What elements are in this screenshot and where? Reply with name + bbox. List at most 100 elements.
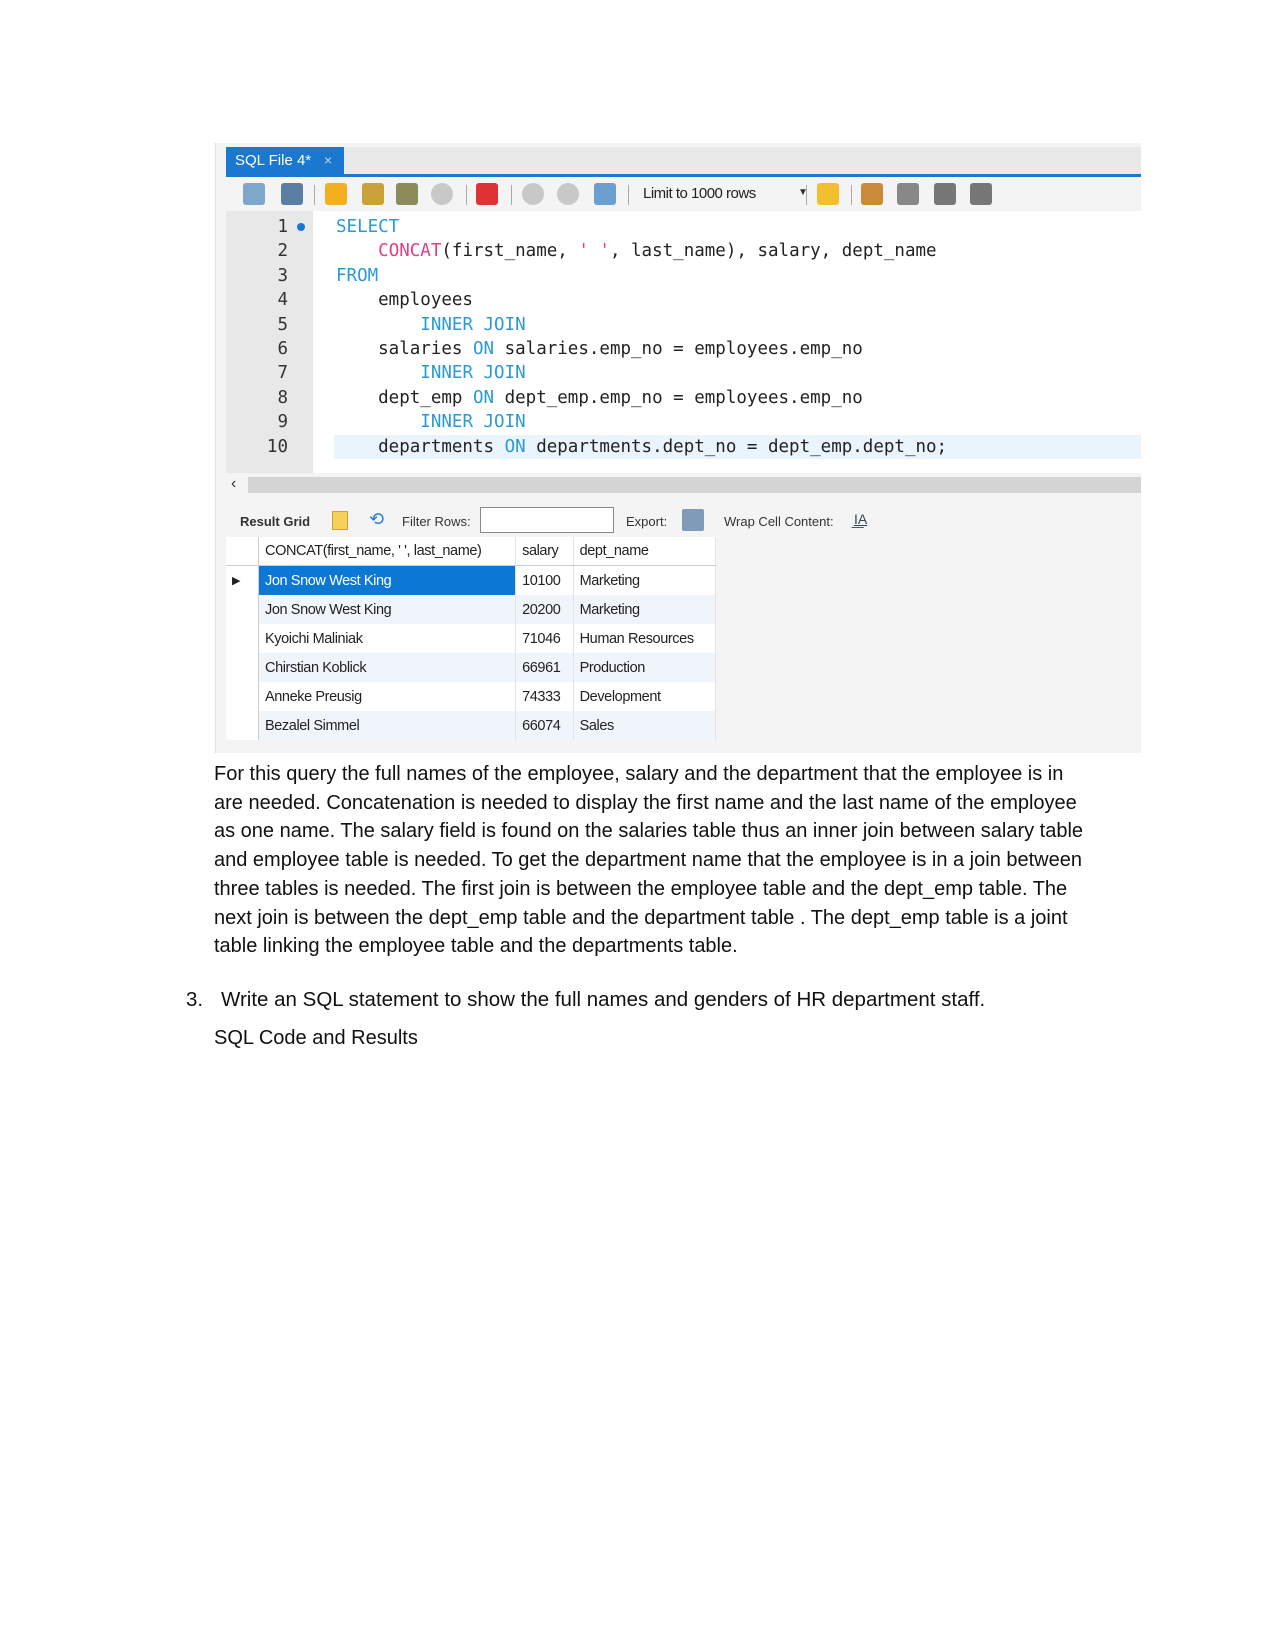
current-row-arrow-icon: ▶ [226, 565, 259, 595]
table-row[interactable]: Kyoichi Maliniak 71046 Human Resources [226, 624, 717, 653]
row-indicator [226, 653, 259, 682]
stop-icon[interactable] [431, 183, 453, 205]
table-cell[interactable]: 20200 [515, 595, 574, 624]
grid-view-icon[interactable] [332, 511, 348, 530]
sql-token: employees [336, 290, 473, 311]
column-header[interactable]: salary [515, 537, 574, 566]
column-header[interactable]: dept_name [573, 537, 717, 566]
table-row[interactable]: ▶ Jon Snow West King 10100 Marketing [226, 565, 717, 595]
sql-token: dept_emp.emp_no = employees.emp_no [494, 387, 863, 408]
execute-current-icon[interactable] [362, 183, 384, 205]
table-cell[interactable]: Development [573, 682, 717, 711]
code-line[interactable]: dept_emp ON dept_emp.emp_no = employees.… [226, 386, 1141, 410]
column-header[interactable]: CONCAT(first_name, ' ', last_name) [258, 537, 517, 566]
row-indicator [226, 624, 259, 653]
filter-rows-label: Filter Rows: [402, 514, 471, 529]
toolbar-separator [806, 185, 807, 205]
table-cell[interactable]: Sales [573, 711, 717, 740]
table-row[interactable]: Bezalel Simmel 66074 Sales [226, 711, 717, 740]
table-cell[interactable]: 66961 [515, 653, 574, 682]
sql-kw-token: SELECT [336, 217, 400, 237]
question-number: 3. [186, 988, 204, 1011]
bookmark-star-icon[interactable] [817, 183, 839, 205]
limit-rows-select[interactable]: Limit to 1000 rows [643, 185, 756, 202]
table-row[interactable]: Jon Snow West King 20200 Marketing [226, 595, 717, 624]
code-line[interactable]: departments ON departments.dept_no = dep… [334, 434, 1141, 459]
result-grid-label[interactable]: Result Grid [240, 514, 310, 529]
code-text: CONCAT(first_name, ' ', last_name), sala… [336, 239, 936, 263]
open-folder-icon[interactable] [243, 183, 265, 205]
code-line[interactable]: salaries ON salaries.emp_no = employees.… [226, 337, 1141, 361]
table-cell[interactable]: Human Resources [573, 624, 717, 653]
beautify-icon[interactable] [861, 183, 883, 205]
table-cell[interactable]: Production [573, 653, 717, 682]
table-cell[interactable]: Jon Snow West King [258, 565, 517, 595]
table-cell[interactable]: Bezalel Simmel [258, 711, 517, 740]
table-cell[interactable]: 10100 [515, 565, 574, 595]
rollback-icon[interactable] [557, 183, 579, 205]
export-label: Export: [626, 514, 668, 529]
table-cell[interactable]: 66074 [515, 711, 574, 740]
line-number: 10 [266, 436, 288, 457]
explanation-paragraph: For this query the full names of the emp… [214, 763, 1084, 958]
explain-icon[interactable] [396, 183, 418, 205]
scroll-left-icon[interactable]: ‹ [231, 475, 236, 493]
sql-token: salaries [336, 339, 473, 359]
toolbar-separator [511, 185, 512, 205]
table-row[interactable]: Chirstian Koblick 66961 Production [226, 653, 717, 682]
table-cell[interactable]: Anneke Preusig [258, 682, 517, 711]
invisible-chars-icon[interactable] [934, 183, 956, 205]
result-toolbar: Result Grid ⟲ Filter Rows: Export: Wrap … [226, 505, 1141, 537]
table-cell[interactable]: Marketing [573, 595, 717, 624]
toggle-error-icon[interactable] [476, 183, 498, 205]
filter-rows-input[interactable] [480, 507, 614, 533]
row-indicator [226, 595, 259, 624]
execute-icon[interactable] [325, 183, 347, 205]
close-icon[interactable]: × [324, 147, 332, 174]
sql-token: (first_name, [441, 241, 579, 262]
commit-icon[interactable] [522, 183, 544, 205]
sql-editor[interactable]: 1 SELECT 2 CONCAT(first_name, ' ', last_na… [226, 211, 1141, 473]
table-row[interactable]: Anneke Preusig 74333 Development [226, 682, 717, 711]
code-text: salaries ON salaries.emp_no = employees.… [336, 337, 863, 361]
autocommit-icon[interactable] [594, 183, 616, 205]
mysql-workbench-screenshot: SQL File 4* × Limit to 1000 rows ▼ 1 SELE… [215, 143, 1141, 753]
refresh-icon[interactable]: ⟲ [369, 509, 384, 530]
code-line[interactable]: FROM [226, 264, 1141, 288]
wrap-cell-icon[interactable]: I͟A [854, 511, 867, 527]
tab-sql-file[interactable]: SQL File 4* × [226, 147, 344, 174]
code-line[interactable]: INNER JOIN [226, 410, 1141, 434]
toolbar-separator [466, 185, 467, 205]
sql-kw-token: FROM [336, 265, 379, 286]
row-indicator-header [226, 537, 259, 566]
table-cell[interactable]: 71046 [515, 624, 574, 653]
sql-token: dept_emp [336, 387, 473, 408]
scrollbar-track[interactable] [248, 477, 1141, 493]
code-line[interactable]: employees [226, 288, 1141, 312]
toolbar-separator [851, 185, 852, 205]
code-text: INNER JOIN [336, 313, 526, 337]
save-icon[interactable] [281, 183, 303, 205]
export-icon[interactable] [682, 509, 704, 531]
code-line[interactable]: INNER JOIN [226, 313, 1141, 337]
table-cell[interactable]: Kyoichi Maliniak [258, 624, 517, 653]
sql-kw-token: ON [504, 436, 526, 457]
table-cell[interactable]: Chirstian Koblick [258, 653, 517, 682]
sql-kw-token: INNER JOIN [420, 363, 526, 384]
toolbar-separator [628, 185, 629, 205]
find-icon[interactable] [897, 183, 919, 205]
code-line[interactable]: CONCAT(first_name, ' ', last_name), sala… [226, 239, 1141, 263]
code-text: INNER JOIN [336, 361, 526, 385]
wrap-cell-label: Wrap Cell Content: [724, 514, 834, 529]
table-cell[interactable]: Marketing [573, 565, 717, 595]
table-cell[interactable]: 74333 [515, 682, 574, 711]
sql-kw-token: ON [472, 339, 495, 359]
code-line[interactable]: SELECT [226, 215, 1141, 239]
code-line[interactable]: INNER JOIN [226, 361, 1141, 385]
wrap-icon[interactable] [970, 183, 992, 205]
table-cell[interactable]: Jon Snow West King [258, 595, 517, 624]
horizontal-scrollbar[interactable]: ‹ [226, 475, 1141, 495]
sql-kw-token: INNER JOIN [420, 314, 526, 335]
